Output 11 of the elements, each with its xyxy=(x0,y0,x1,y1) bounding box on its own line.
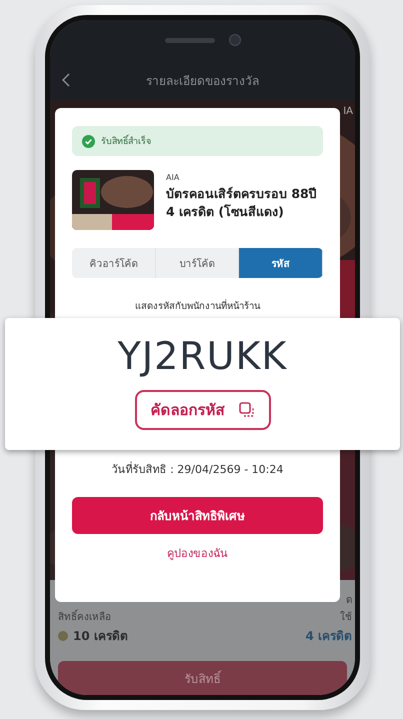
back-chevron-icon[interactable] xyxy=(62,73,70,87)
coin-icon xyxy=(58,630,68,640)
used-label: ใช้ xyxy=(340,610,352,624)
camera-dot xyxy=(228,34,240,46)
speaker-grille xyxy=(164,38,214,42)
page-title: รายละเอียดของรางวัล xyxy=(145,72,260,90)
remaining-label: สิทธิ์คงเหลือ xyxy=(58,609,111,624)
text-fragment: ด xyxy=(346,594,352,607)
claim-button[interactable]: รับสิทธิ์ xyxy=(58,661,347,695)
remaining-credits: 10 เครดิต xyxy=(58,626,128,645)
used-credits: 4 เครดิต xyxy=(305,628,352,645)
